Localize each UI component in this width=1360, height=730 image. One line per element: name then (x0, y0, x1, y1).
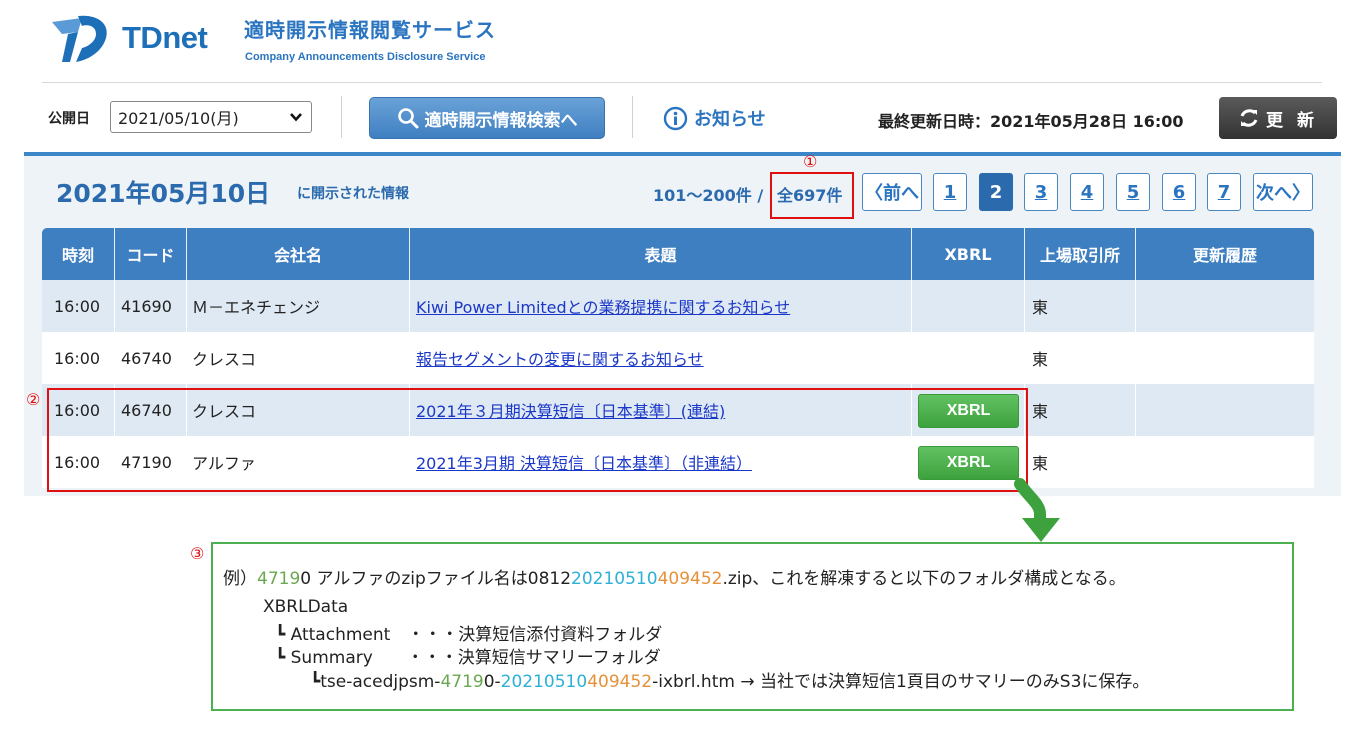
annotation-2: ② (26, 390, 41, 409)
cell-time: 16:00 (54, 348, 101, 368)
result-range: 101～200件 / (653, 186, 764, 205)
column-header-company: 会社名 (273, 246, 322, 265)
cell-exchange: 東 (1032, 298, 1049, 317)
total-highlight-box (770, 172, 854, 219)
refresh-icon (1240, 109, 1258, 127)
cell-divider (186, 280, 187, 332)
last-update-text: 最終更新日時：2021年05月28日 16:00 (878, 112, 1184, 131)
folder-root: XBRLData (263, 597, 349, 617)
folder-attachment: ┗ Attachment ・・・決算短信添付資料フォルダ (275, 625, 663, 645)
pager-page-3[interactable]: 3 (1024, 173, 1058, 211)
cell-divider (409, 280, 410, 332)
disclosure-search-button[interactable]: 適時開示情報検索へ (369, 97, 605, 139)
cell-code: 46740 (121, 348, 172, 368)
refresh-label: 更 新 (1266, 110, 1318, 131)
pager-page-1[interactable]: 1 (933, 173, 967, 211)
toolbar-divider (341, 96, 342, 138)
cell-company: クレスコ (192, 350, 257, 369)
page-title-sub: に開示された情報 (297, 186, 409, 202)
cell-company: Ｍ－エネチェンジ (192, 298, 321, 317)
notice-link[interactable]: お知らせ (663, 105, 766, 131)
cell-exchange: 東 (1032, 350, 1049, 369)
column-header-title: 表題 (644, 246, 677, 265)
column-header-code: コード (126, 246, 175, 265)
search-button-label: 適時開示情報検索へ (424, 110, 578, 131)
pager-page-2[interactable]: 2 (979, 173, 1013, 211)
date-select[interactable]: 2021/05/10(月) (110, 101, 312, 133)
annotation-3: ③ (190, 544, 205, 563)
date-select-value: 2021/05/10(月) (118, 109, 239, 128)
column-header-history: 更新履歴 (1192, 246, 1257, 265)
column-header-time: 時刻 (61, 246, 94, 265)
cell-divider (1135, 384, 1136, 436)
cell-exchange: 東 (1032, 402, 1049, 421)
table-row: 16:00 41690 Ｍ－エネチェンジ Kiwi Power Limitedと… (42, 280, 1314, 332)
disclosure-title-link[interactable]: Kiwi Power Limitedとの業務提携に関するお知らせ (416, 294, 790, 318)
pager-page-5[interactable]: 5 (1116, 173, 1150, 211)
disclosure-title-link[interactable]: 報告セグメントの変更に関するお知らせ (416, 346, 704, 370)
annotation-1: ① (803, 152, 818, 171)
example-explanation-box: 例）47190 アルファのzipファイル名は081220210510409452… (211, 542, 1294, 711)
service-subtitle: Company Announcements Disclosure Service (245, 51, 486, 63)
table-row: 16:00 46740 クレスコ 報告セグメントの変更に関するお知らせ 東 (42, 332, 1314, 384)
refresh-button[interactable]: 更 新 (1219, 97, 1337, 139)
column-header-xbrl: XBRL (944, 244, 992, 264)
cell-divider (1135, 280, 1136, 332)
chevron-down-icon (290, 113, 302, 122)
cell-code: 41690 (121, 296, 172, 316)
date-label: 公開日 (48, 111, 90, 127)
tdnet-logo-icon (52, 15, 107, 62)
example-zip-line: 例）47190 アルファのzipファイル名は081220210510409452… (223, 569, 1126, 589)
page-title: 2021年05月10日 (56, 179, 271, 208)
cell-divider (1024, 280, 1025, 332)
pager-page-4[interactable]: 4 (1070, 173, 1104, 211)
down-arrow-icon (1014, 478, 1060, 542)
notice-label: お知らせ (694, 109, 766, 130)
cell-divider (911, 280, 912, 332)
service-title: 適時開示情報閲覧サービス (244, 18, 496, 42)
search-icon (397, 108, 418, 129)
tdnet-logo[interactable]: TDnet (48, 12, 228, 68)
column-header-exchange: 上場取引所 (1039, 246, 1120, 265)
toolbar-divider (632, 96, 633, 138)
pager-next-button[interactable]: 次へ〉 (1253, 173, 1313, 211)
pager-page-7[interactable]: 7 (1207, 173, 1241, 211)
cell-time: 16:00 (54, 296, 101, 316)
cell-divider (114, 280, 115, 332)
header-divider (42, 82, 1322, 83)
logo-text: TDnet (122, 20, 208, 55)
info-icon (663, 106, 688, 130)
pager-page-6[interactable]: 6 (1162, 173, 1196, 211)
folder-summary: ┗ Summary ・・・決算短信サマリーフォルダ (275, 648, 661, 668)
rows-highlight-box (47, 388, 1028, 492)
pager-prev-button[interactable]: 〈前へ (862, 173, 922, 211)
summary-file-line: ┗tse-acedjpsm-47190-20210510409452-ixbrl… (310, 672, 1150, 692)
